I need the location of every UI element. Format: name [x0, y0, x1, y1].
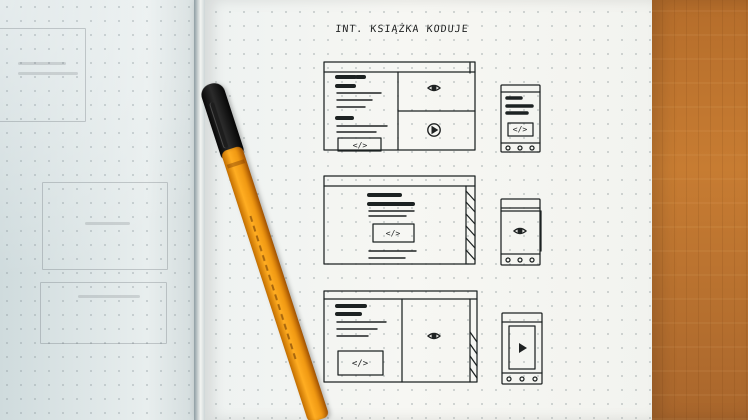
code-icon: </> — [352, 359, 369, 369]
code-icon: </> — [353, 141, 368, 150]
desktop-wireframe-3 — [323, 290, 478, 383]
eye-icon — [426, 332, 442, 340]
eye-icon — [512, 227, 528, 235]
play-icon — [427, 123, 441, 137]
mobile-wireframe-1 — [500, 84, 541, 153]
desktop-wireframe-1 — [323, 61, 476, 152]
code-icon: </> — [513, 125, 528, 134]
eye-icon — [426, 84, 442, 92]
notebook-photo-scene: INT. KSIĄŻKA KODUJE </> </> </> </> — [0, 0, 748, 420]
play-icon — [519, 343, 527, 353]
code-icon: </> — [386, 229, 401, 238]
desktop-wireframe-2 — [323, 175, 476, 265]
page-title: INT. KSIĄŻKA KODUJE — [334, 24, 470, 35]
hand-drawn-wireframe-sketches: </> </> </> </> — [323, 61, 543, 385]
